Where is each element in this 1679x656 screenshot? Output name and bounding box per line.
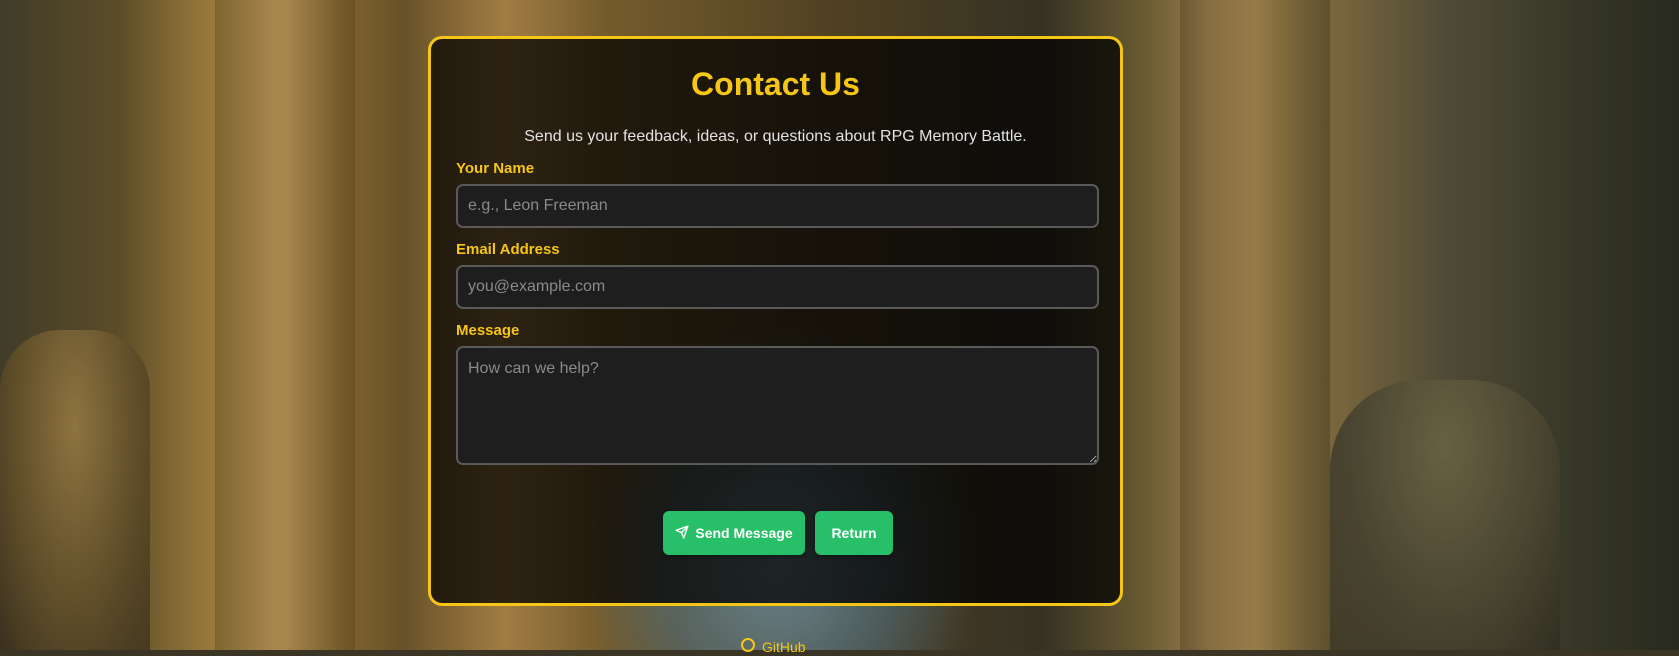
message-textarea[interactable] xyxy=(456,346,1099,465)
email-input[interactable] xyxy=(456,265,1099,309)
message-label: Message xyxy=(456,322,520,339)
return-button[interactable]: Return xyxy=(815,511,893,555)
page-title: Contact Us xyxy=(691,66,860,102)
name-label: Your Name xyxy=(456,160,535,177)
paper-plane-icon xyxy=(675,524,689,542)
send-message-button[interactable]: Send Message xyxy=(663,511,805,555)
name-input[interactable] xyxy=(456,184,1099,228)
email-label: Email Address xyxy=(456,241,560,258)
contact-card: Contact Us Send us your feedback, ideas,… xyxy=(428,36,1123,606)
return-label: Return xyxy=(831,525,877,541)
github-link[interactable]: GitHub xyxy=(740,637,806,656)
send-message-label: Send Message xyxy=(695,525,793,541)
github-link-label: GitHub xyxy=(762,638,806,655)
github-icon xyxy=(740,637,756,656)
page-subtitle: Send us your feedback, ideas, or questio… xyxy=(524,128,1027,145)
